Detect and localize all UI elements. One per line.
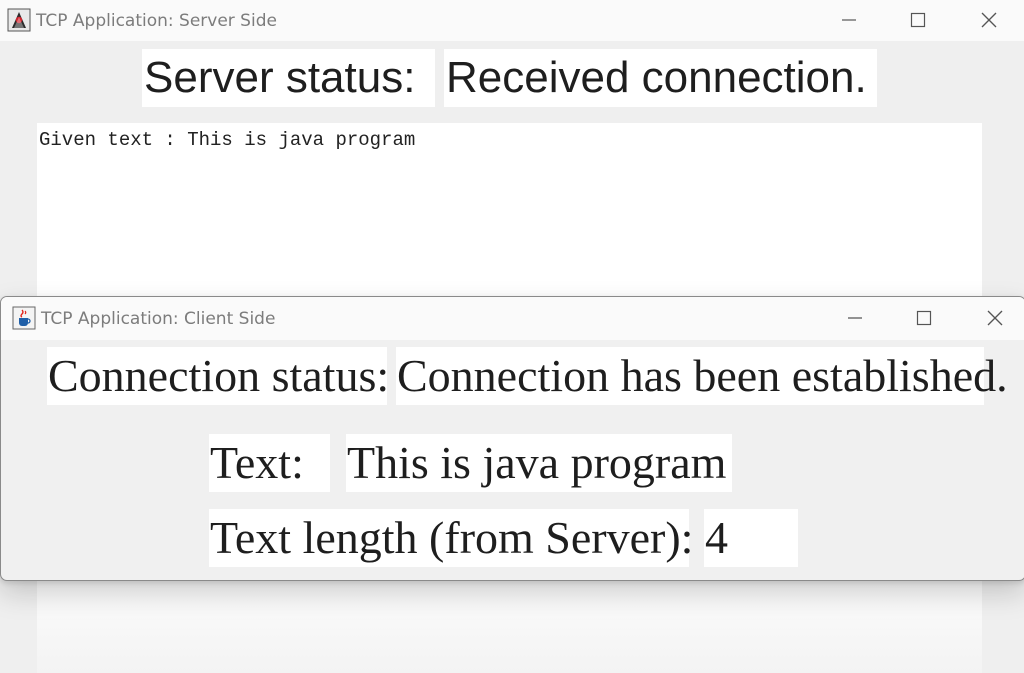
connection-status-label: Connection status: xyxy=(47,347,389,405)
client-title-bar[interactable]: TCP Application: Client Side xyxy=(1,297,1024,340)
server-window-title: TCP Application: Server Side xyxy=(36,11,277,31)
server-status-label: Server status: xyxy=(142,49,435,107)
maximize-icon xyxy=(910,12,926,28)
client-window-title: TCP Application: Client Side xyxy=(41,309,276,329)
close-icon xyxy=(987,310,1003,326)
minimize-icon xyxy=(842,19,856,21)
close-icon xyxy=(981,12,997,28)
java-duke-icon xyxy=(7,8,31,32)
server-close-button[interactable] xyxy=(966,0,1012,40)
client-window: TCP Application: Client Side Connection … xyxy=(0,296,1024,581)
client-close-button[interactable] xyxy=(972,298,1018,338)
client-minimize-button[interactable] xyxy=(832,298,878,338)
java-coffee-cup-icon xyxy=(12,306,36,330)
connection-status-value: Connection has been established. xyxy=(396,347,1008,405)
server-title-bar[interactable]: TCP Application: Server Side xyxy=(0,0,1024,41)
server-minimize-button[interactable] xyxy=(826,0,872,40)
text-value: This is java program xyxy=(346,434,732,492)
server-status-value: Received connection. xyxy=(444,49,877,107)
text-label: Text: xyxy=(209,434,330,492)
text-length-value: 4 xyxy=(704,509,798,567)
maximize-icon xyxy=(916,310,932,326)
minimize-icon xyxy=(848,317,862,319)
server-maximize-button[interactable] xyxy=(895,0,941,40)
client-maximize-button[interactable] xyxy=(901,298,947,338)
text-length-label: Text length (from Server): xyxy=(209,509,693,567)
